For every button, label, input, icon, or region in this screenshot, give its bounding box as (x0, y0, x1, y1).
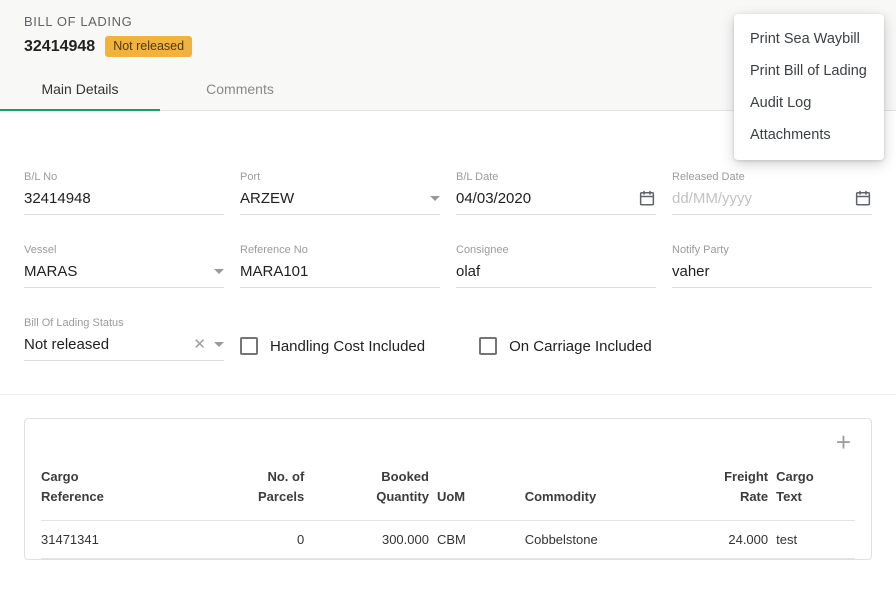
cargo-table: Cargo Reference No. of Parcels Booked Qu… (41, 459, 855, 559)
chevron-down-icon (214, 269, 224, 274)
field-bl-status: Bill Of Lading Status Not released ✕ (24, 317, 224, 361)
field-label: B/L No (24, 171, 224, 183)
checkbox-label: On Carriage Included (509, 338, 652, 355)
field-label: Released Date (672, 171, 872, 183)
field-label: Vessel (24, 244, 224, 256)
context-menu: Print Sea Waybill Print Bill of Lading A… (734, 14, 884, 160)
port-value: ARZEW (240, 190, 422, 207)
table-header-row: Cargo Reference No. of Parcels Booked Qu… (41, 459, 855, 521)
column-header: Freight Rate (684, 459, 776, 521)
field-port: Port ARZEW (240, 171, 440, 215)
consignee-input[interactable] (456, 263, 656, 280)
vessel-value: MARAS (24, 263, 206, 280)
bl-status-value: Not released (24, 336, 185, 353)
column-header: Commodity (525, 459, 685, 521)
field-label: Notify Party (672, 244, 872, 256)
bl-status-select[interactable]: Not released ✕ (24, 335, 224, 361)
menu-item-print-sea-waybill[interactable]: Print Sea Waybill (734, 23, 884, 55)
checkbox-icon (240, 337, 258, 355)
table-row[interactable]: 31471341 0 300.000 CBM Cobbelstone 24.00… (41, 521, 855, 559)
field-bl-date: B/L Date (456, 171, 656, 215)
menu-item-audit-log[interactable]: Audit Log (734, 87, 884, 119)
bl-no-input[interactable] (24, 190, 224, 207)
cell-commodity: Cobbelstone (525, 521, 685, 559)
cell-booked-quantity: 300.000 (312, 521, 437, 559)
column-header: Cargo Text (776, 459, 855, 521)
chevron-down-icon (214, 342, 224, 347)
column-header: Cargo Reference (41, 459, 240, 521)
field-label: Port (240, 171, 440, 183)
column-header: Booked Quantity (312, 459, 437, 521)
field-label: Bill Of Lading Status (24, 317, 224, 329)
checkbox-icon (479, 337, 497, 355)
field-notify-party: Notify Party (672, 244, 872, 288)
cell-freight-rate: 24.000 (684, 521, 776, 559)
handling-cost-checkbox[interactable]: Handling Cost Included (240, 337, 425, 355)
vessel-select[interactable]: MARAS (24, 262, 224, 288)
chevron-down-icon (430, 196, 440, 201)
clear-icon[interactable]: ✕ (193, 335, 206, 353)
section-divider (0, 394, 896, 395)
field-vessel: Vessel MARAS (24, 244, 224, 288)
tab-comments[interactable]: Comments (160, 67, 320, 110)
field-label: Reference No (240, 244, 440, 256)
field-reference-no: Reference No (240, 244, 440, 288)
status-badge: Not released (105, 36, 192, 57)
tab-label: Comments (206, 81, 274, 97)
menu-item-attachments[interactable]: Attachments (734, 119, 884, 151)
cell-cargo-reference: 31471341 (41, 521, 240, 559)
notify-party-input[interactable] (672, 263, 872, 280)
column-header: UoM (437, 459, 525, 521)
add-cargo-button[interactable]: + (832, 429, 855, 455)
field-consignee: Consignee (456, 244, 656, 288)
field-label: B/L Date (456, 171, 656, 183)
tab-label: Main Details (41, 81, 118, 97)
calendar-icon[interactable] (854, 189, 872, 207)
cell-uom: CBM (437, 521, 525, 559)
document-number: 32414948 (24, 38, 95, 56)
menu-item-print-bill-of-lading[interactable]: Print Bill of Lading (734, 55, 884, 87)
reference-no-input[interactable] (240, 263, 440, 280)
released-date-input[interactable] (672, 190, 846, 207)
field-bl-no: B/L No (24, 171, 224, 215)
cargo-card: + Cargo Reference No. of Parcels Booked … (24, 418, 872, 560)
port-select[interactable]: ARZEW (240, 189, 440, 215)
tab-main-details[interactable]: Main Details (0, 67, 160, 110)
cell-no-of-parcels: 0 (240, 521, 312, 559)
calendar-icon[interactable] (638, 189, 656, 207)
field-released-date: Released Date (672, 171, 872, 215)
cell-cargo-text: test (776, 521, 855, 559)
checkbox-group: Handling Cost Included On Carriage Inclu… (240, 317, 656, 361)
bl-date-input[interactable] (456, 190, 630, 207)
field-label: Consignee (456, 244, 656, 256)
on-carriage-checkbox[interactable]: On Carriage Included (479, 337, 652, 355)
column-header: No. of Parcels (240, 459, 312, 521)
checkbox-label: Handling Cost Included (270, 338, 425, 355)
